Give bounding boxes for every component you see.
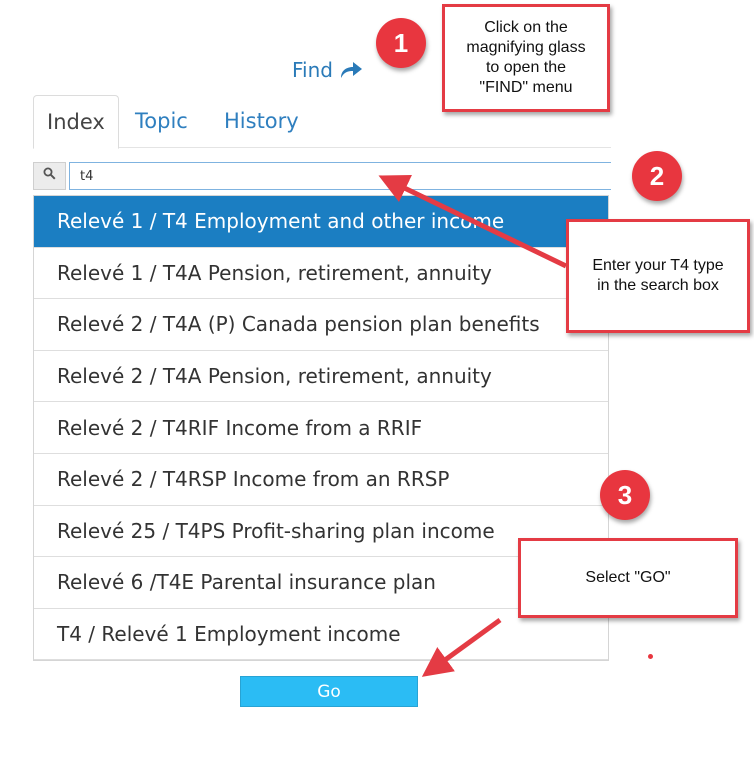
callout-step2: Enter your T4 type in the search box <box>566 219 750 333</box>
step-badge-2: 2 <box>632 151 682 201</box>
callout-step3: Select "GO" <box>518 538 738 618</box>
arrow-step3 <box>421 617 502 677</box>
step-badge-1: 1 <box>376 18 426 68</box>
arrow-step2 <box>378 175 568 269</box>
annotation-arrows <box>378 175 568 677</box>
red-dot <box>648 654 653 659</box>
step-badge-3: 3 <box>600 470 650 520</box>
callout-step1: Click on the magnifying glass to open th… <box>442 4 610 112</box>
